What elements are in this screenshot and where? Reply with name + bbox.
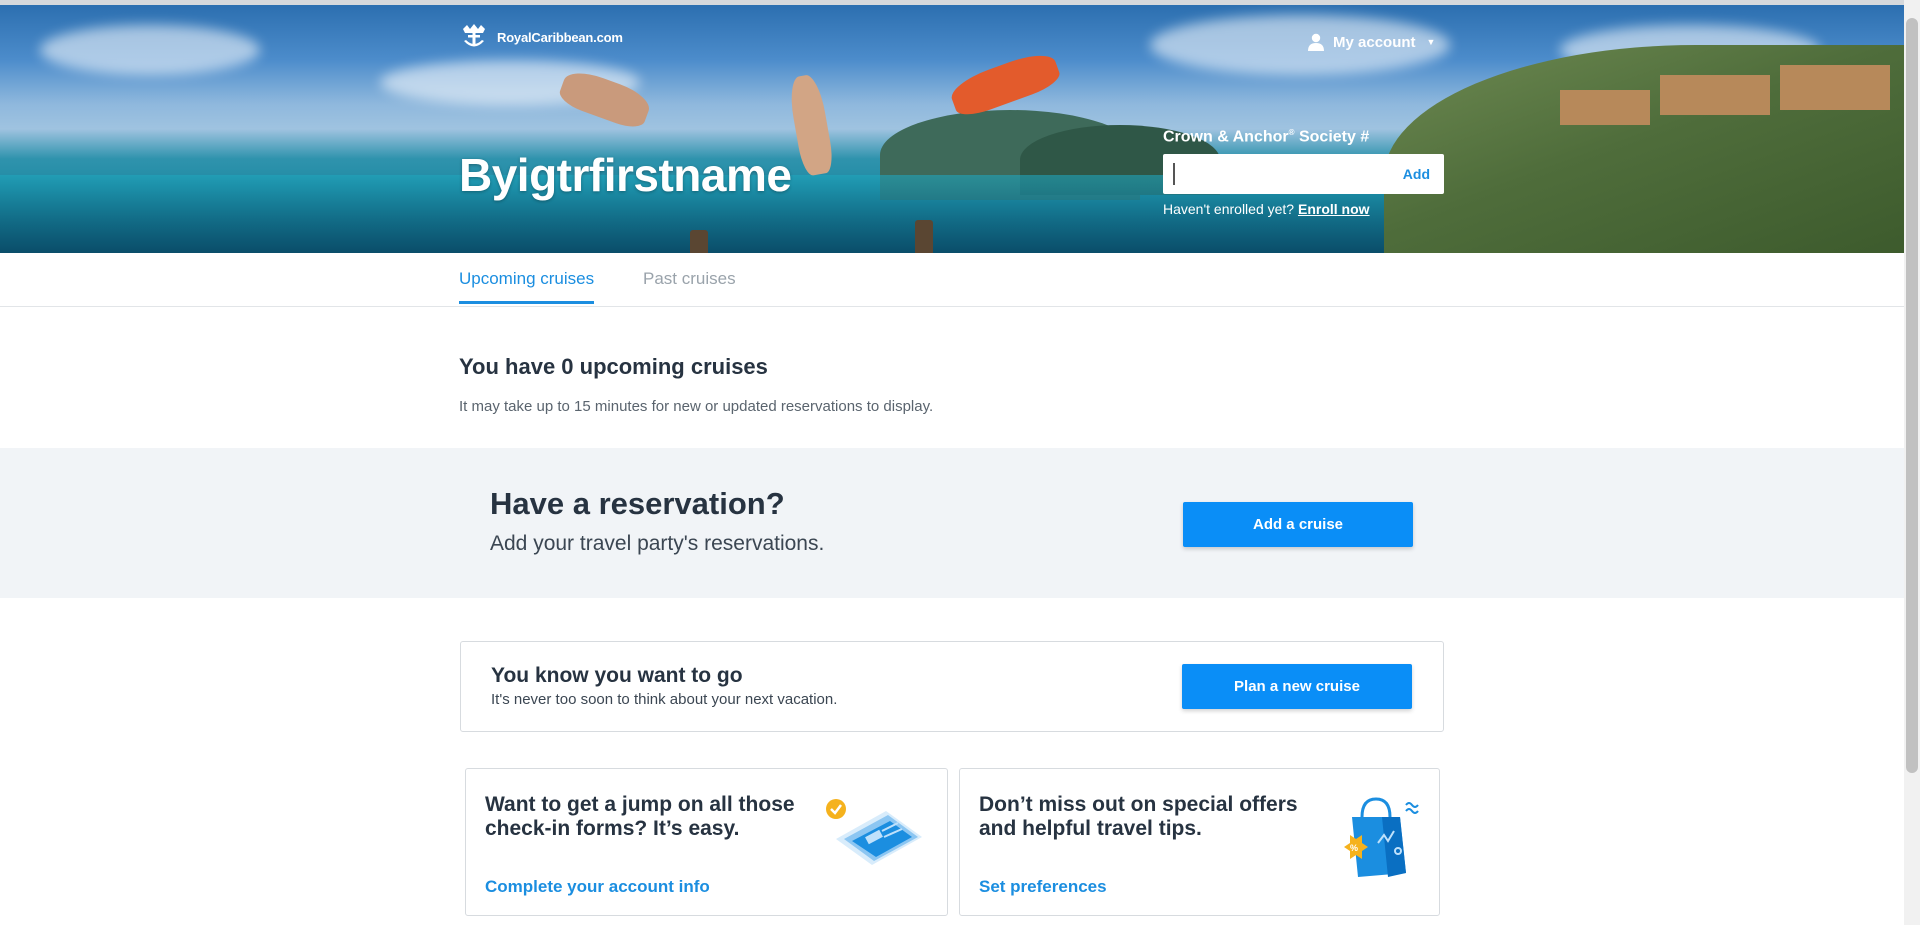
brand-logo[interactable]: RoyalCaribbean.com — [459, 22, 623, 52]
user-greeting-name: Byigtrfirstname — [459, 149, 792, 201]
tab-upcoming-cruises[interactable]: Upcoming cruises — [459, 269, 595, 304]
pier-post — [690, 230, 708, 253]
set-preferences-link[interactable]: Set preferences — [979, 877, 1107, 897]
cruise-tabs: Upcoming cruises Past cruises — [0, 253, 1904, 307]
upcoming-cruises-note: It may take up to 15 minutes for new or … — [459, 398, 934, 415]
reservation-section — [0, 448, 1904, 598]
my-account-menu[interactable]: My account ▼ — [1308, 33, 1435, 51]
enroll-now-link[interactable]: Enroll now — [1298, 201, 1370, 217]
plan-new-cruise-button[interactable]: Plan a new cruise — [1182, 664, 1412, 709]
preferences-title-line1: Don’t miss out on special offers — [979, 793, 1298, 816]
account-info-title-line2: check-in forms? It’s easy. — [485, 817, 740, 840]
building-decoration — [1660, 75, 1770, 115]
my-account-label: My account — [1333, 33, 1416, 51]
crown-anchor-input-group: Add — [1163, 154, 1444, 194]
plan-cruise-subtitle: It's never too soon to think about your … — [491, 691, 838, 708]
building-decoration — [1780, 65, 1890, 110]
account-info-card: Want to get a jump on all those check-in… — [465, 768, 948, 916]
svg-text:%: % — [1350, 843, 1358, 853]
enroll-prompt-text: Haven't enrolled yet? — [1163, 201, 1298, 217]
cloud-decoration — [40, 25, 260, 75]
tab-past-cruises[interactable]: Past cruises — [643, 269, 736, 301]
pier-post — [915, 220, 933, 253]
reservation-subtitle: Add your travel party's reservations. — [490, 532, 825, 555]
crown-anchor-icon — [463, 24, 485, 47]
add-a-cruise-button[interactable]: Add a cruise — [1183, 502, 1413, 547]
preferences-card: Don’t miss out on special offers and hel… — [959, 768, 1440, 916]
plan-cruise-heading: You know you want to go — [491, 664, 743, 687]
crown-anchor-number-input[interactable] — [1173, 163, 1389, 185]
crown-anchor-label-main: Crown & Anchor — [1163, 128, 1289, 146]
reservation-heading: Have a reservation? — [490, 486, 785, 521]
preferences-card-title: Don’t miss out on special offers and hel… — [979, 793, 1298, 841]
upcoming-cruises-heading: You have 0 upcoming cruises — [459, 354, 768, 379]
crown-anchor-add-button[interactable]: Add — [1389, 166, 1444, 182]
jumper-figure — [786, 72, 836, 178]
account-info-card-title: Want to get a jump on all those check-in… — [485, 793, 795, 841]
user-icon — [1308, 33, 1324, 51]
building-decoration — [1560, 90, 1650, 125]
scrollbar-thumb[interactable] — [1906, 18, 1918, 773]
crown-anchor-label: Crown & Anchor® Society # — [1163, 128, 1369, 146]
id-card-checkmark-icon — [826, 799, 922, 865]
chevron-down-icon: ▼ — [1426, 37, 1436, 47]
preferences-title-line2: and helpful travel tips. — [979, 817, 1202, 840]
logo-text: RoyalCaribbean.com — [497, 29, 623, 45]
enroll-prompt: Haven't enrolled yet? Enroll now — [1163, 201, 1370, 217]
shopping-bag-offers-icon: % — [1344, 797, 1419, 877]
hero-banner — [0, 5, 1904, 253]
account-info-title-line1: Want to get a jump on all those — [485, 793, 795, 816]
complete-account-info-link[interactable]: Complete your account info — [485, 877, 710, 897]
crown-anchor-label-suffix: Society # — [1294, 128, 1370, 146]
